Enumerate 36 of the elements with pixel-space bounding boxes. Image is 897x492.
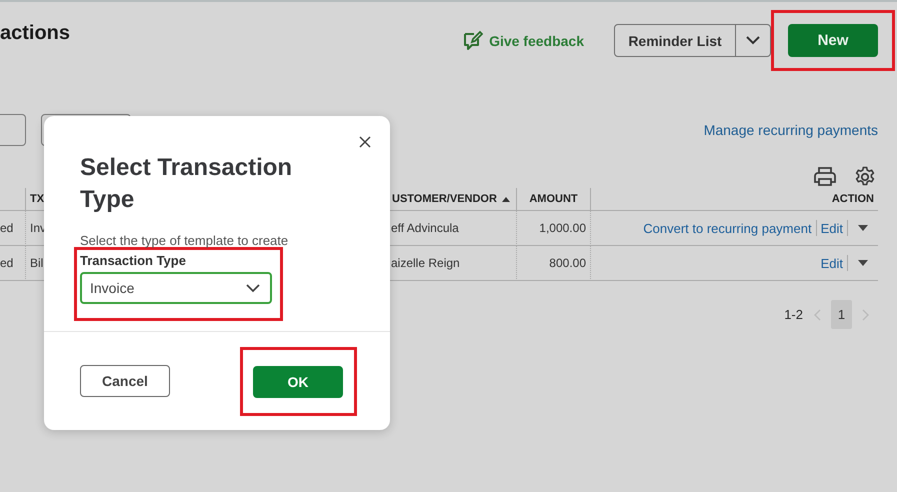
new-button[interactable]: New	[788, 24, 878, 57]
close-icon[interactable]	[359, 136, 371, 148]
table-cell: 1,000.00	[539, 221, 586, 235]
action-link[interactable]: Convert to recurring payment	[639, 220, 816, 236]
dialog-title: Select Transaction Type	[80, 153, 294, 215]
filter-field[interactable]	[0, 114, 26, 146]
cancel-button[interactable]: Cancel	[80, 365, 170, 397]
action-link[interactable]: Edit	[816, 220, 847, 236]
speech-bubble-icon[interactable]	[461, 30, 484, 52]
page-title: actions	[0, 22, 70, 45]
sort-up-icon[interactable]	[502, 196, 510, 202]
caret-down-icon[interactable]	[858, 260, 868, 266]
table-cell: eff Advincula	[391, 221, 459, 235]
settings-icon[interactable]	[854, 166, 876, 188]
transaction-type-dropdown[interactable]: Invoice	[80, 272, 272, 304]
ok-button[interactable]: OK	[253, 366, 343, 398]
table-cell: aizelle Reign	[391, 256, 460, 270]
chevron-down-icon[interactable]	[246, 284, 260, 292]
dialog-subtitle: Select the type of template to create	[80, 233, 290, 248]
table-cell: Bil	[30, 256, 44, 270]
manage-recurring-link[interactable]: Manage recurring payments	[704, 122, 878, 138]
column-header[interactable]: ACTION	[832, 193, 874, 205]
field-label: Transaction Type	[80, 253, 187, 268]
caret-down-icon[interactable]	[858, 225, 868, 231]
table-cell: 800.00	[549, 256, 586, 270]
column-header[interactable]: AMOUNT	[529, 193, 578, 205]
page-button[interactable]: 1	[831, 300, 852, 329]
page-range: 1-2	[784, 307, 803, 322]
table-cell: ed	[0, 256, 14, 270]
printer-icon[interactable]	[814, 166, 836, 186]
table-cell: ed	[0, 221, 14, 235]
feedback-link[interactable]: Give feedback	[461, 30, 584, 52]
chevron-down-icon[interactable]	[746, 36, 760, 45]
column-header[interactable]: USTOMER/VENDOR	[392, 193, 497, 205]
action-link[interactable]: Edit	[816, 256, 847, 270]
column-header[interactable]: TX	[30, 193, 44, 205]
